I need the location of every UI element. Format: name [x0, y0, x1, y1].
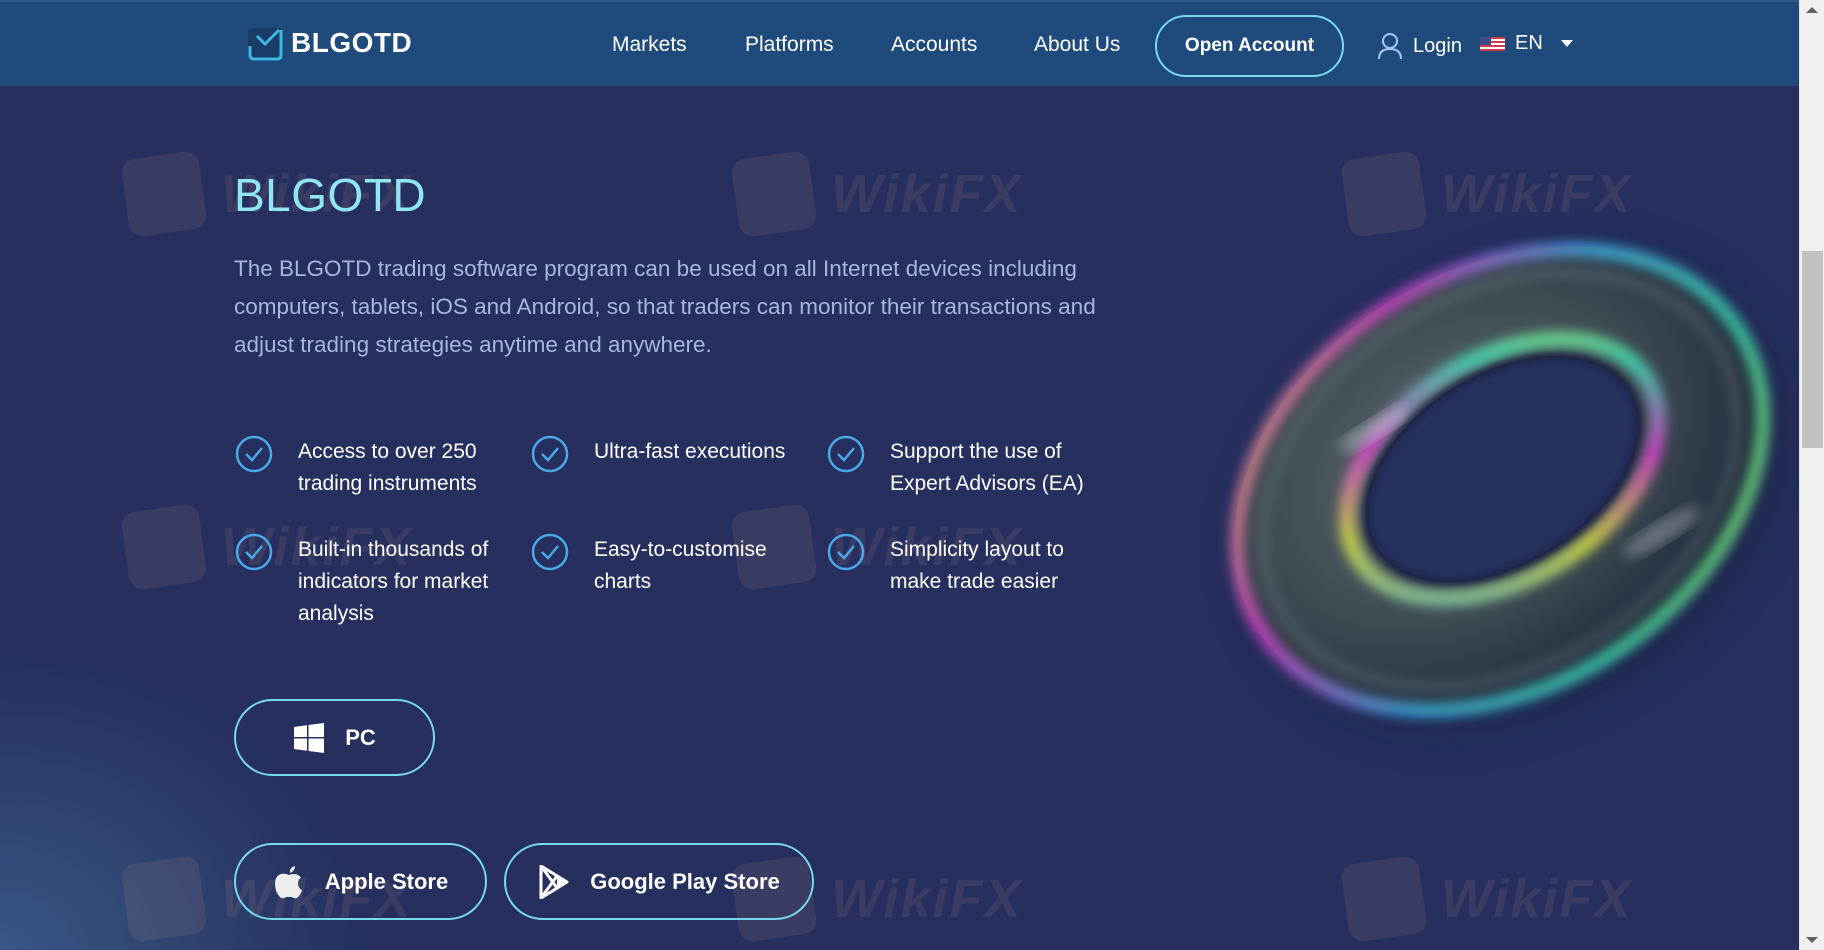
feature-text: Easy-to-customise charts — [594, 538, 767, 593]
watermark-text: WikiFX — [831, 164, 1023, 224]
page: WikiFX WikiFX WikiFX WikiFX WikiFX WikiF… — [0, 0, 1799, 950]
brand-name: BLGOTD — [291, 27, 413, 58]
feature-text: Built-in thousands of indicators for mar… — [298, 538, 489, 625]
watermark-text: WikiFX — [831, 869, 1023, 929]
scrollbar-thumb[interactable] — [1802, 251, 1823, 448]
watermark-logo-icon — [119, 502, 209, 592]
check-circle-icon — [235, 435, 273, 473]
nav-markets[interactable]: Markets — [612, 33, 687, 57]
check-circle-icon — [827, 435, 865, 473]
watermark: WikiFX — [729, 149, 1023, 239]
download-pc-label: PC — [345, 724, 376, 750]
scroll-down-arrow-icon[interactable] — [1806, 937, 1818, 943]
apple-icon — [274, 865, 302, 898]
download-apple-store-button[interactable]: Apple Store — [234, 843, 487, 920]
page-title: BLGOTD — [234, 169, 427, 221]
brand-logo[interactable]: BLGOTD — [247, 24, 412, 62]
brand-logo-icon — [248, 28, 283, 61]
watermark-text: WikiFX — [1441, 869, 1633, 929]
scroll-up-arrow-icon[interactable] — [1806, 7, 1818, 13]
check-circle-icon — [827, 533, 865, 571]
user-icon — [1378, 33, 1402, 60]
watermark: WikiFX — [1339, 854, 1633, 944]
vertical-scrollbar[interactable] — [1799, 0, 1824, 950]
torus-illustration — [1190, 180, 1799, 780]
feature-text: Simplicity layout to make trade easier — [890, 538, 1064, 593]
windows-icon — [294, 722, 325, 753]
feature-text: Ultra-fast executions — [594, 440, 786, 463]
google-play-icon — [539, 864, 569, 899]
feature-item: Access to over 250 trading instruments — [234, 435, 508, 500]
watermark-logo-icon — [1339, 854, 1429, 944]
download-google-play-button[interactable]: Google Play Store — [504, 843, 814, 920]
hero-description: The BLGOTD trading software program can … — [234, 256, 1096, 357]
watermark-logo-icon — [119, 149, 209, 239]
us-flag-icon — [1480, 36, 1505, 51]
check-circle-icon — [531, 533, 569, 571]
watermark-logo-icon — [119, 854, 209, 944]
nav-accounts[interactable]: Accounts — [891, 33, 977, 57]
site-header: BLGOTD Markets Platforms Accounts About … — [0, 0, 1799, 86]
nav-about-us[interactable]: About Us — [1034, 33, 1120, 57]
open-account-button[interactable]: Open Account — [1155, 15, 1344, 77]
nav-platforms[interactable]: Platforms — [745, 33, 834, 57]
feature-text: Support the use of Expert Advisors (EA) — [890, 440, 1084, 495]
feature-item: Ultra-fast executions — [530, 435, 804, 474]
feature-item: Built-in thousands of indicators for mar… — [234, 533, 508, 630]
download-apple-store-label: Apple Store — [324, 868, 449, 894]
language-label: EN — [1515, 32, 1543, 54]
watermark-logo-icon — [729, 149, 819, 239]
login-label: Login — [1413, 34, 1462, 57]
download-pc-button[interactable]: PC — [234, 699, 435, 776]
feature-item: Support the use of Expert Advisors (EA) — [826, 435, 1100, 500]
feature-item: Simplicity layout to make trade easier — [826, 533, 1100, 598]
download-google-play-label: Google Play Store — [590, 868, 780, 894]
chevron-down-icon — [1560, 40, 1573, 47]
language-selector[interactable]: EN — [1480, 32, 1573, 55]
feature-item: Easy-to-customise charts — [530, 533, 804, 598]
check-circle-icon — [235, 533, 273, 571]
check-circle-icon — [531, 435, 569, 473]
feature-text: Access to over 250 trading instruments — [298, 440, 477, 495]
login-link[interactable]: Login — [1377, 32, 1462, 60]
